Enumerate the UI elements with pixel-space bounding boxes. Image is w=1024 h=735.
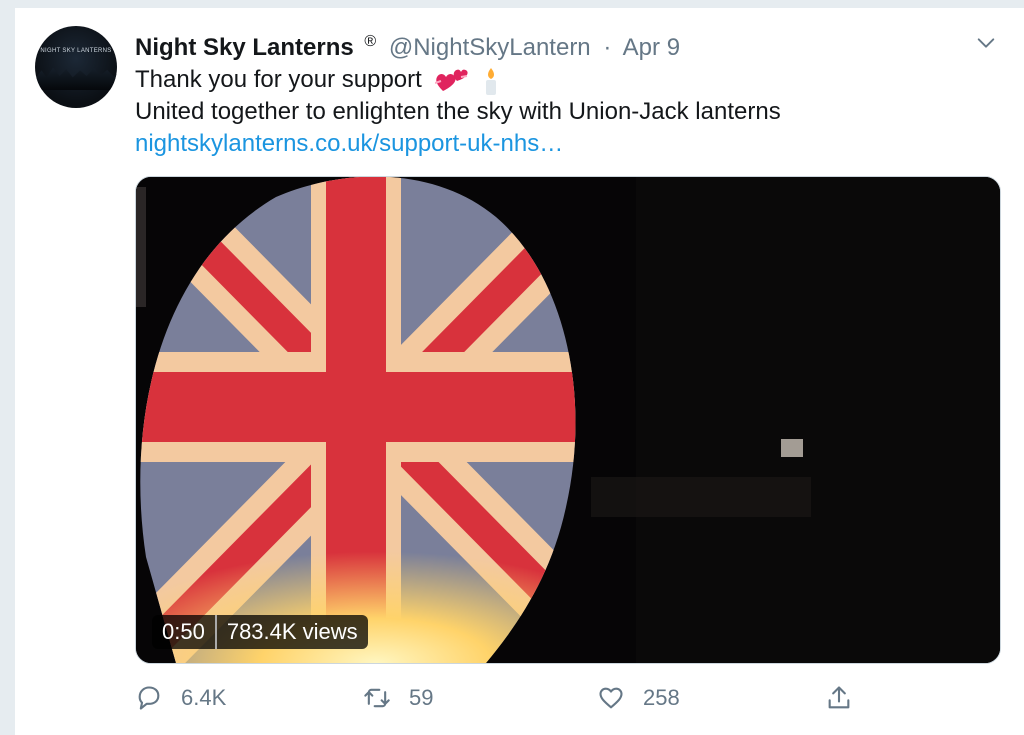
retweet-button[interactable]: 59 xyxy=(363,680,433,716)
tweet-date[interactable]: Apr 9 xyxy=(623,34,680,61)
share-button[interactable] xyxy=(825,680,871,716)
tweet-text-line-1: Thank you for your support xyxy=(135,64,501,96)
timeline-top-divider xyxy=(0,0,1024,8)
video-badges: 0:50 783.4K views xyxy=(152,615,368,649)
two-hearts-icon xyxy=(434,69,468,91)
avatar-logo-text: NIGHT SKY LANTERNS xyxy=(40,48,112,54)
tweet-text-line-2: United together to enlighten the sky wit… xyxy=(135,98,781,125)
tweet-actions: 6.4K 59 258 xyxy=(135,680,855,716)
tweet-card[interactable]: NIGHT SKY LANTERNS Night Sky Lanterns ® … xyxy=(14,8,1024,735)
author-name[interactable]: Night Sky Lanterns xyxy=(135,34,354,61)
reply-count: 6.4K xyxy=(181,685,227,710)
heart-icon xyxy=(599,687,623,709)
avatar-treeline xyxy=(35,67,117,90)
candle-icon xyxy=(486,67,497,95)
video-frame-lantern xyxy=(136,177,1000,663)
retweet-icon xyxy=(364,688,390,708)
tweet-link[interactable]: nightskylanterns.co.uk/support-uk-nhs… xyxy=(135,128,563,160)
video-views: 783.4K views xyxy=(214,615,368,649)
tweet-header: Night Sky Lanterns ® @NightSkyLantern · … xyxy=(135,28,680,61)
header-separator: · xyxy=(603,34,612,61)
like-button[interactable]: 258 xyxy=(597,680,680,716)
share-icon xyxy=(828,686,850,709)
tweet-text-support: Thank you for your support xyxy=(135,66,422,93)
like-count: 258 xyxy=(643,685,680,710)
reply-button[interactable]: 6.4K xyxy=(135,680,226,716)
avatar[interactable]: NIGHT SKY LANTERNS xyxy=(35,26,117,108)
video-duration: 0:50 xyxy=(152,615,215,649)
video-player[interactable]: 0:50 783.4K views xyxy=(135,176,1001,664)
registered-mark: ® xyxy=(364,33,377,50)
chevron-down-icon[interactable] xyxy=(975,32,997,54)
author-handle[interactable]: @NightSkyLantern xyxy=(389,34,591,61)
retweet-count: 59 xyxy=(409,685,434,710)
reply-icon xyxy=(138,686,160,710)
